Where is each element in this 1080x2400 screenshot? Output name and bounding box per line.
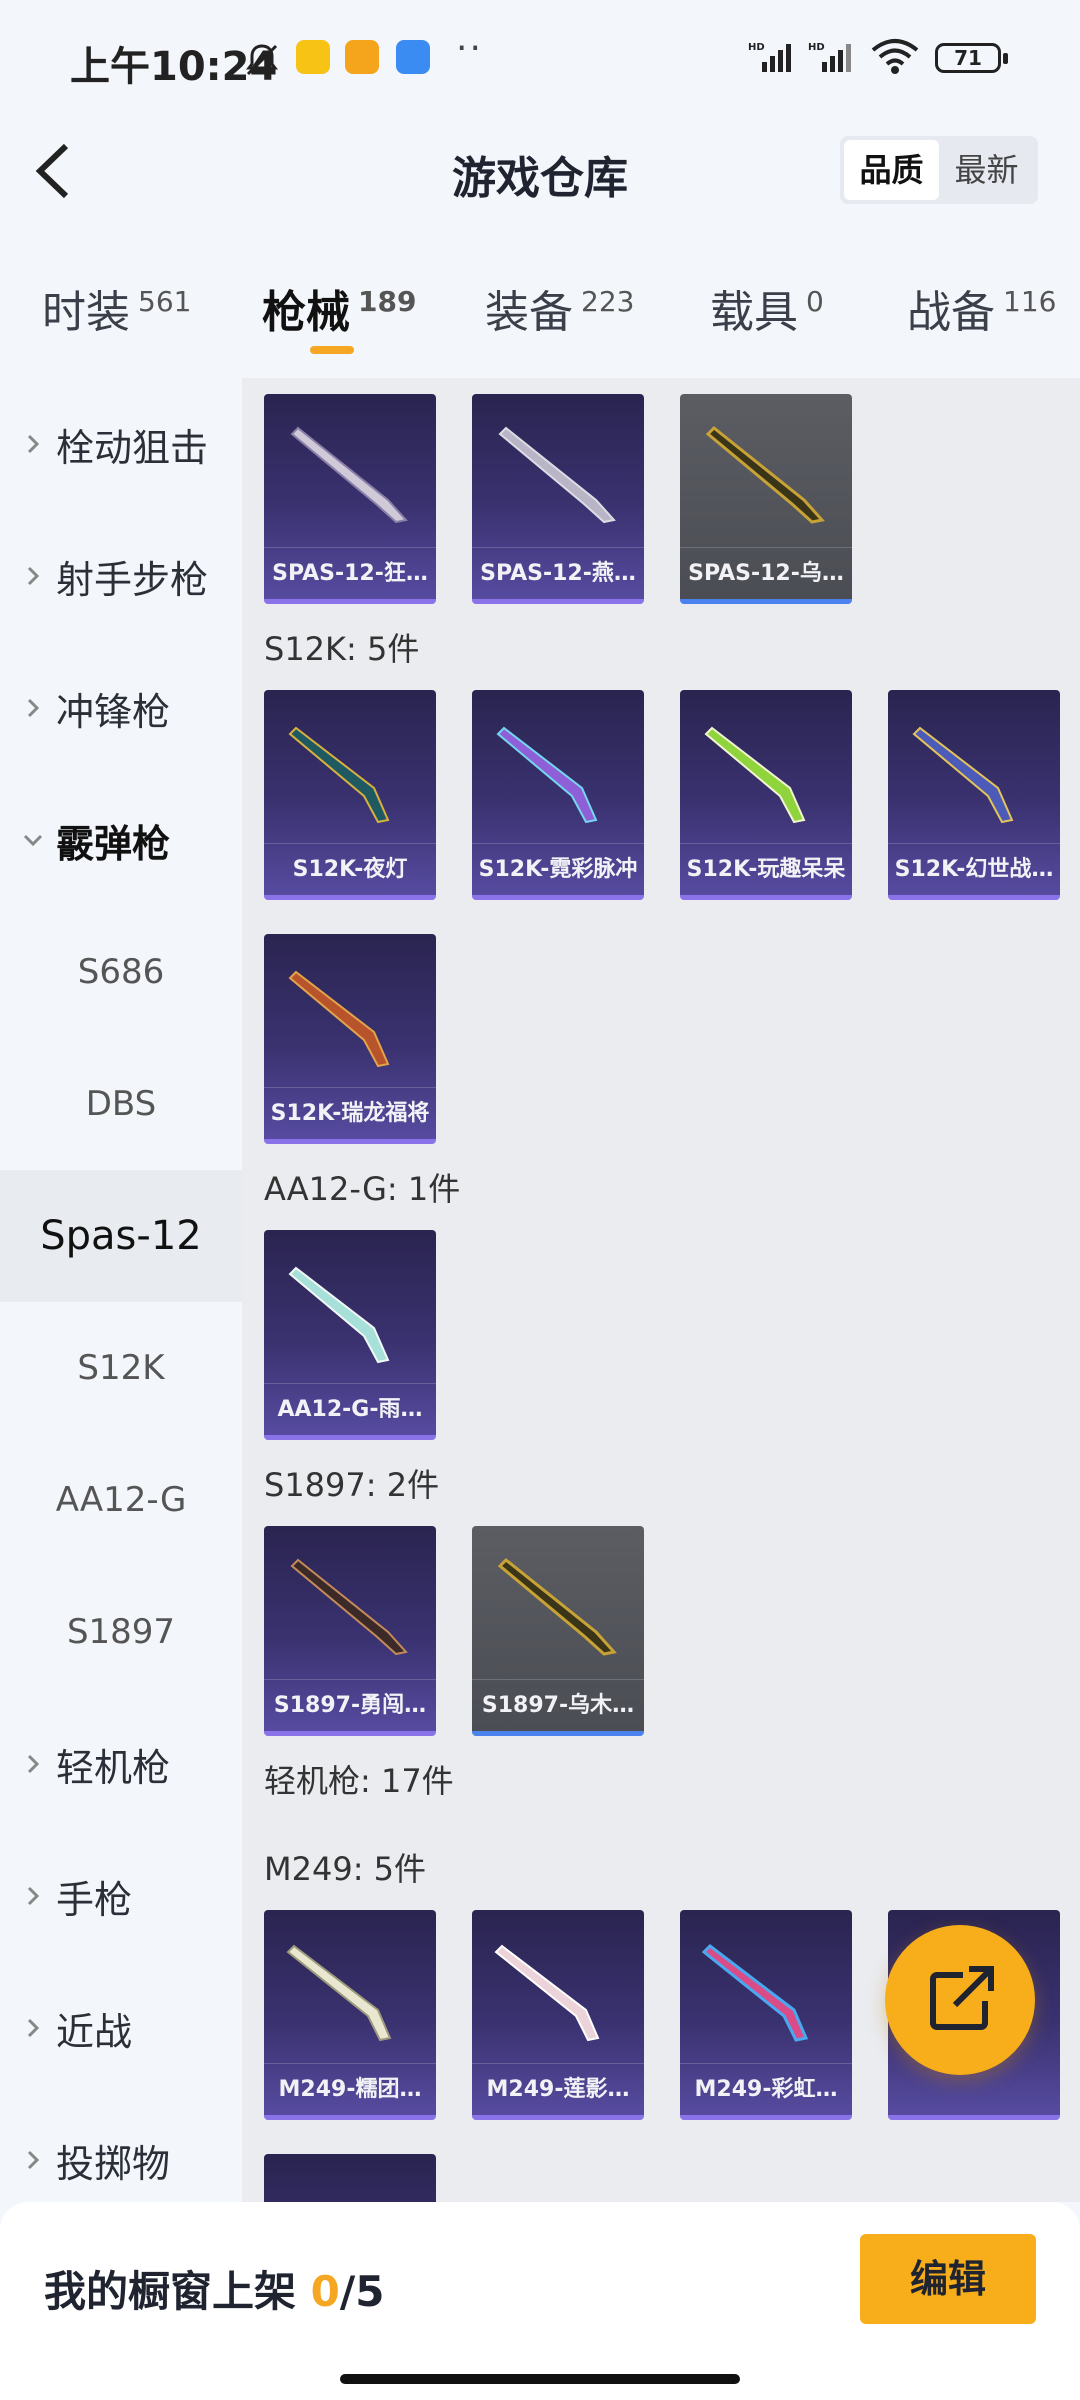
group-label-m249: M249: 5件 bbox=[264, 1850, 427, 1888]
sidebar-item-marksman-rifle[interactable]: 射手步枪 bbox=[0, 510, 242, 642]
bottom-showcase-bar: 我的橱窗上架 0/5 编辑 bbox=[0, 2202, 1080, 2400]
sidebar-sub-dbs[interactable]: DBS bbox=[0, 1038, 242, 1170]
sidebar-sub-s12k[interactable]: S12K bbox=[0, 1302, 242, 1434]
sidebar-item-melee[interactable]: 近战 bbox=[0, 1962, 242, 2094]
share-fab-button[interactable] bbox=[885, 1925, 1035, 2075]
more-notifications-icon: ·· bbox=[456, 28, 483, 69]
rifle-skin-icon bbox=[288, 970, 390, 1068]
sidebar-sub-spas12[interactable]: Spas-12 bbox=[0, 1170, 242, 1302]
sidebar-sub-s1897[interactable]: S1897 bbox=[0, 1566, 242, 1698]
chevron-right-icon bbox=[27, 566, 40, 586]
sidebar-sub-s686[interactable]: S686 bbox=[0, 906, 242, 1038]
rifle-skin-icon bbox=[912, 726, 1014, 824]
battery-icon: 71 bbox=[935, 43, 1008, 73]
tab-firearms[interactable]: 枪械 189 bbox=[262, 276, 416, 340]
wifi-icon bbox=[871, 39, 919, 74]
sidebar-item-pistol[interactable]: 手枪 bbox=[0, 1830, 242, 1962]
tab-vehicles[interactable]: 载具 0 bbox=[710, 276, 824, 340]
tab-fashion[interactable]: 时装 561 bbox=[42, 276, 191, 340]
chevron-right-icon bbox=[27, 2150, 40, 2170]
svg-text:HD: HD bbox=[808, 42, 825, 53]
chevron-right-icon bbox=[27, 1754, 40, 1774]
sidebar-item-lmg[interactable]: 轻机枪 bbox=[0, 1698, 242, 1830]
rifle-skin-icon bbox=[704, 726, 806, 824]
group-label-s1897: S1897: 2件 bbox=[264, 1466, 440, 1504]
chevron-right-icon bbox=[27, 434, 40, 454]
shotgun-skin-icon bbox=[290, 1558, 408, 1656]
shotgun-skin-icon bbox=[705, 425, 825, 524]
weapon-card[interactable]: M249-莲影… bbox=[472, 1910, 644, 2120]
weapon-card[interactable]: SPAS-12-乌… bbox=[680, 394, 852, 604]
app-notification-icon bbox=[296, 40, 330, 74]
sort-by-quality[interactable]: 品质 bbox=[844, 140, 939, 200]
group-label-lmg: 轻机枪: 17件 bbox=[264, 1762, 454, 1800]
app-header: 游戏仓库 品质 最新 bbox=[0, 118, 1080, 222]
weapon-card[interactable]: S12K-幻世战… bbox=[888, 690, 1060, 900]
weapon-card[interactable]: M249-彩虹… bbox=[680, 1910, 852, 2120]
weapon-card[interactable]: S1897-勇闯… bbox=[264, 1526, 436, 1736]
rifle-skin-icon bbox=[288, 726, 390, 824]
mute-bell-icon bbox=[246, 44, 278, 76]
category-tabs: 时装 561 枪械 189 装备 223 载具 0 战备 116 bbox=[0, 262, 1080, 362]
rifle-skin-icon bbox=[496, 726, 598, 824]
edit-button[interactable]: 编辑 bbox=[860, 2234, 1036, 2324]
signal-icon: HD bbox=[808, 42, 851, 72]
tab-equipment[interactable]: 装备 223 bbox=[485, 276, 634, 340]
lmg-skin-icon bbox=[701, 1944, 809, 2042]
chevron-right-icon bbox=[27, 2018, 40, 2038]
weapon-card[interactable]: M249-糯团… bbox=[264, 1910, 436, 2120]
chevron-down-icon bbox=[23, 834, 43, 847]
status-bar: 上午10:24 ·· HD HD 71 bbox=[0, 0, 1080, 118]
svg-text:HD: HD bbox=[748, 42, 765, 53]
sidebar-item-bolt-sniper[interactable]: 栓动狙击 bbox=[0, 378, 242, 510]
shotgun-skin-icon bbox=[497, 1557, 617, 1656]
shotgun-skin-icon bbox=[290, 426, 408, 524]
app-notification-icon bbox=[396, 40, 430, 74]
weapon-category-sidebar: 栓动狙击 射手步枪 冲锋枪 霰弹枪 S686 DBS Spas-12 S12K … bbox=[0, 378, 242, 2202]
app-notification-icon bbox=[345, 40, 379, 74]
rifle-skin-icon bbox=[288, 1266, 390, 1364]
weapon-card[interactable]: S12K-夜灯 bbox=[264, 690, 436, 900]
lmg-skin-icon bbox=[494, 1944, 600, 2042]
active-tab-indicator bbox=[310, 346, 354, 354]
weapon-card[interactable]: SPAS-12-燕… bbox=[472, 394, 644, 604]
signal-icon: HD bbox=[748, 42, 791, 72]
showcase-shelf-counter: 我的橱窗上架 0/5 bbox=[44, 2267, 385, 2316]
group-label-s12k: S12K: 5件 bbox=[264, 630, 420, 668]
weapon-card[interactable]: S12K-瑞龙福将 bbox=[264, 934, 436, 1144]
weapon-card[interactable]: AA12-G-雨… bbox=[264, 1230, 436, 1440]
share-external-icon bbox=[930, 1965, 999, 2030]
sort-toggle[interactable]: 品质 最新 bbox=[840, 136, 1038, 204]
sidebar-item-smg[interactable]: 冲锋枪 bbox=[0, 642, 242, 774]
home-indicator[interactable] bbox=[340, 2374, 740, 2384]
sort-by-newest[interactable]: 最新 bbox=[939, 140, 1034, 200]
weapon-card[interactable]: SPAS-12-狂… bbox=[264, 394, 436, 604]
chevron-right-icon bbox=[27, 1886, 40, 1906]
lmg-skin-icon bbox=[286, 1944, 392, 2042]
weapon-card[interactable]: S12K-霓彩脉冲 bbox=[472, 690, 644, 900]
sidebar-item-shotgun[interactable]: 霰弹枪 bbox=[0, 774, 242, 906]
weapon-card[interactable]: S12K-玩趣呆呆 bbox=[680, 690, 852, 900]
shotgun-skin-icon bbox=[498, 426, 616, 524]
tab-tactical[interactable]: 战备 116 bbox=[907, 276, 1056, 340]
group-label-aa12g: AA12-G: 1件 bbox=[264, 1170, 461, 1208]
weapon-card[interactable] bbox=[264, 2154, 436, 2202]
chevron-right-icon bbox=[27, 698, 40, 718]
sidebar-sub-aa12g[interactable]: AA12-G bbox=[0, 1434, 242, 1566]
weapon-card[interactable]: S1897-乌木… bbox=[472, 1526, 644, 1736]
